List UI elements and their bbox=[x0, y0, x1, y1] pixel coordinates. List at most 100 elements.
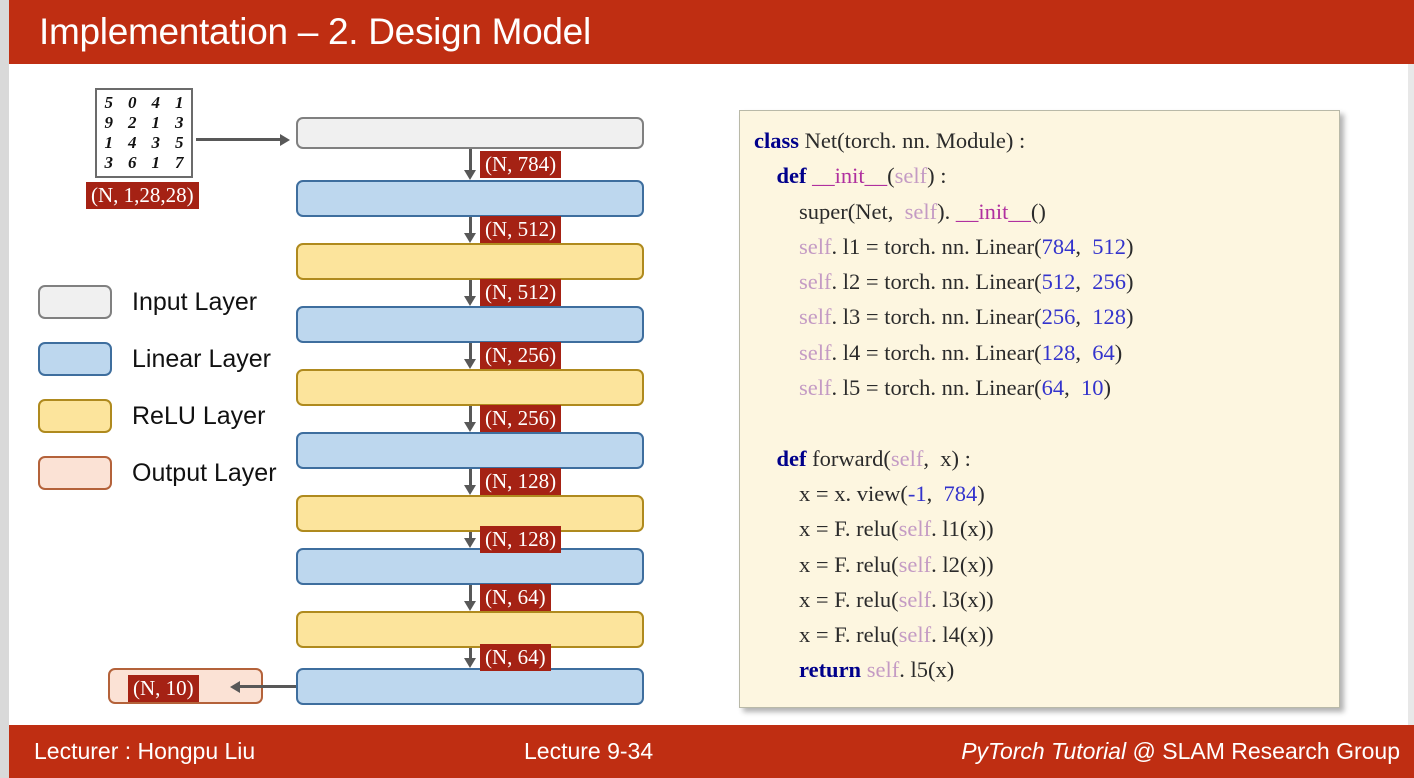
code-line: x = F. relu(self. l1(x)) bbox=[754, 511, 1134, 546]
mnist-digit: 4 bbox=[128, 133, 137, 152]
legend-item-linear-layer: Linear Layer bbox=[38, 334, 277, 384]
shape-tag: (N, 128) bbox=[480, 468, 562, 495]
footer-brand: PyTorch Tutorial @ SLAM Research Group bbox=[961, 725, 1400, 778]
code-token: x = x. view( bbox=[799, 480, 908, 506]
code-line: self. l2 = torch. nn. Linear(512, 256) bbox=[754, 264, 1134, 299]
code-token: self bbox=[898, 622, 932, 648]
code-token: ) bbox=[1103, 375, 1112, 401]
code-token: self bbox=[898, 516, 932, 542]
shape-tag: (N, 128) bbox=[480, 526, 562, 553]
legend-label: Input Layer bbox=[132, 287, 258, 316]
legend-swatch bbox=[38, 456, 112, 490]
code-line: x = F. relu(self. l4(x)) bbox=[754, 617, 1134, 652]
code-token: . l1 = torch. nn. Linear( bbox=[831, 233, 1042, 259]
slide-header-bar: Implementation – 2. Design Model bbox=[9, 0, 1414, 64]
code-panel: class Net(torch. nn. Module) : def __ini… bbox=[739, 110, 1340, 708]
code-token: x = F. relu( bbox=[799, 586, 899, 612]
mnist-digit: 1 bbox=[104, 133, 114, 152]
slide-canvas: Implementation – 2. Design Model 5041921… bbox=[0, 0, 1414, 778]
code-token: x = F. relu( bbox=[799, 551, 899, 577]
code-token: 256 bbox=[1092, 269, 1126, 295]
mnist-digit: 5 bbox=[104, 93, 114, 112]
arrow-between-layers bbox=[464, 406, 476, 432]
code-token: . l4(x)) bbox=[931, 622, 994, 648]
code-token: , bbox=[1075, 233, 1093, 259]
footer-brand-italic: PyTorch Tutorial bbox=[961, 738, 1127, 764]
arrow-between-layers bbox=[464, 343, 476, 369]
linear-layer-1 bbox=[296, 180, 644, 217]
legend-item-relu-layer: ReLU Layer bbox=[38, 391, 277, 441]
mnist-digit: 1 bbox=[175, 93, 184, 112]
legend-swatch bbox=[38, 285, 112, 319]
code-token: . l2(x)) bbox=[931, 551, 994, 577]
arrow-between-layers bbox=[464, 217, 476, 243]
footer-lecturer: Lecturer : Hongpu Liu bbox=[34, 738, 256, 764]
arrow-between-layers bbox=[464, 149, 476, 180]
code-token: Net(torch. nn. Module) : bbox=[804, 128, 1026, 153]
legend-label: Linear Layer bbox=[132, 344, 271, 373]
mnist-sample-image: 5041921314353617 bbox=[95, 88, 193, 178]
slide-footer-bar: Lecturer : Hongpu Liu Lecture 9-34 PyTor… bbox=[9, 725, 1414, 778]
code-token: ) bbox=[1126, 269, 1134, 295]
code-token: self bbox=[898, 551, 932, 577]
shape-tag: (N, 512) bbox=[480, 216, 562, 243]
code-token: return bbox=[799, 657, 867, 683]
legend-label: Output Layer bbox=[132, 458, 277, 487]
mnist-digit: 7 bbox=[175, 153, 184, 172]
code-token: , x) : bbox=[923, 445, 971, 471]
code-token: . l2 = torch. nn. Linear( bbox=[831, 269, 1042, 295]
relu-layer-2 bbox=[296, 369, 644, 406]
code-token: 64 bbox=[1041, 375, 1065, 401]
footer-lecture-number: Lecture 9-34 bbox=[524, 738, 654, 764]
code-token: self bbox=[799, 233, 832, 259]
code-token: 256 bbox=[1041, 304, 1076, 330]
code-token: 10 bbox=[1081, 375, 1104, 401]
code-token: x = F. relu( bbox=[799, 516, 899, 542]
relu-layer-3 bbox=[296, 495, 644, 532]
shape-tag-output: (N, 10) bbox=[128, 675, 199, 702]
mnist-digit: 3 bbox=[175, 113, 184, 132]
code-token: def bbox=[776, 445, 813, 471]
code-token: , bbox=[1075, 339, 1093, 365]
arrow-between-layers bbox=[464, 532, 476, 548]
arrow-between-layers bbox=[464, 585, 476, 611]
mnist-digit-row: 5041 bbox=[97, 93, 191, 113]
code-token: ) bbox=[1114, 339, 1123, 365]
linear-layer-2 bbox=[296, 306, 644, 343]
code-line: return self. l5(x) bbox=[754, 652, 1134, 687]
mnist-digit: 1 bbox=[151, 153, 161, 172]
footer-brand-rest: @ SLAM Research Group bbox=[1126, 738, 1400, 764]
code-token: self bbox=[799, 304, 832, 330]
shape-tag: (N, 256) bbox=[480, 405, 562, 432]
mnist-digit: 5 bbox=[175, 133, 184, 152]
code-token: __init__ bbox=[955, 198, 1031, 224]
legend-swatch bbox=[38, 399, 112, 433]
arrow-between-layers bbox=[464, 648, 476, 668]
code-token: class bbox=[754, 128, 805, 153]
code-token: ) : bbox=[927, 163, 947, 189]
slide-right-edge bbox=[1408, 0, 1414, 778]
arrow-between-layers bbox=[464, 280, 476, 306]
code-line: self. l1 = torch. nn. Linear(784, 512) bbox=[754, 229, 1134, 264]
mnist-digit: 4 bbox=[151, 93, 161, 112]
legend-swatch bbox=[38, 342, 112, 376]
relu-layer-1 bbox=[296, 243, 644, 280]
shape-tag: (N, 64) bbox=[480, 584, 551, 611]
code-token: 784 bbox=[1041, 233, 1076, 259]
shape-tag: (N, 512) bbox=[480, 279, 562, 306]
shape-tag: (N, 256) bbox=[480, 342, 562, 369]
code-token: . l3 = torch. nn. Linear( bbox=[831, 304, 1042, 330]
code-token: ). bbox=[937, 198, 956, 224]
code-token: () bbox=[1030, 198, 1046, 224]
linear-layer-5 bbox=[296, 668, 644, 705]
code-token: . l4 = torch. nn. Linear( bbox=[831, 339, 1042, 365]
legend-item-input-layer: Input Layer bbox=[38, 277, 277, 327]
code-token: self bbox=[799, 269, 832, 295]
code-token: . l3(x)) bbox=[931, 586, 994, 612]
code-token: 64 bbox=[1092, 339, 1115, 365]
page-title: Implementation – 2. Design Model bbox=[39, 11, 591, 52]
code-line: self. l5 = torch. nn. Linear(64, 10) bbox=[754, 370, 1134, 405]
code-token: self bbox=[866, 657, 900, 683]
code-token: x = F. relu( bbox=[799, 622, 899, 648]
